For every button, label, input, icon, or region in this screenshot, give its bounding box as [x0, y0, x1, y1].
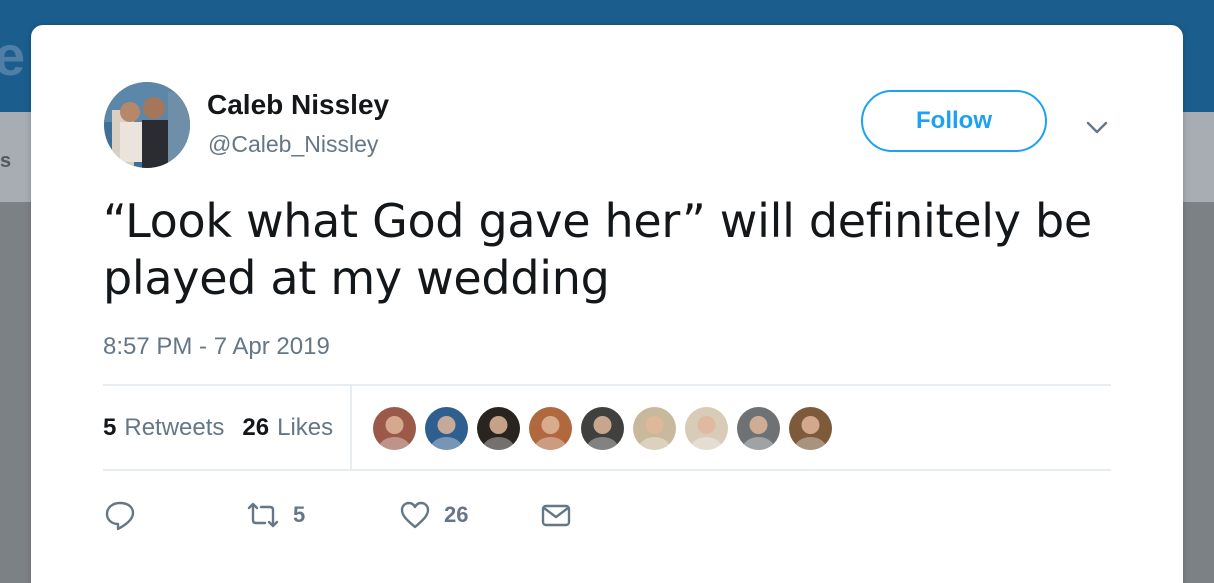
- retweet-icon: [247, 502, 279, 528]
- liker-9-avatar[interactable]: [789, 406, 832, 450]
- retweets-stat[interactable]: 5 Retweets: [103, 414, 224, 442]
- like-button[interactable]: 26: [398, 495, 468, 535]
- tweet-text: “Look what God gave her” will definitely…: [103, 194, 1092, 305]
- liker-5-avatar[interactable]: [581, 406, 624, 450]
- chevron-down-icon[interactable]: [1083, 113, 1111, 141]
- heart-icon: [400, 501, 430, 529]
- direct-message-button[interactable]: [539, 495, 573, 535]
- retweets-label: Retweets: [124, 414, 225, 441]
- likes-stat[interactable]: 26 Likes: [242, 414, 333, 442]
- author-handle[interactable]: @Caleb_Nissley: [208, 131, 378, 158]
- liker-6-avatar[interactable]: [633, 406, 676, 450]
- tweet-card: Caleb Nissley @Caleb_Nissley Follow “Loo…: [31, 25, 1183, 583]
- retweets-count: 5: [103, 414, 117, 441]
- likers-avatars: [373, 406, 841, 450]
- divider-bottom: [103, 469, 1111, 471]
- liker-8-avatar[interactable]: [737, 406, 780, 450]
- tweet-stats: 5 Retweets 26 Likes: [103, 411, 333, 445]
- liker-4-avatar[interactable]: [529, 406, 572, 450]
- liker-3-avatar[interactable]: [477, 406, 520, 450]
- author-avatar[interactable]: [104, 82, 190, 168]
- likes-label: Likes: [277, 414, 334, 441]
- tweet-timestamp[interactable]: 8:57 PM - 7 Apr 2019: [103, 333, 330, 361]
- reply-button[interactable]: [103, 495, 149, 535]
- stats-separator: [350, 386, 352, 470]
- background-side-text: s: [0, 150, 12, 172]
- like-count: 26: [444, 502, 469, 527]
- liker-2-avatar[interactable]: [425, 406, 468, 450]
- retweet-count: 5: [293, 502, 306, 527]
- follow-button[interactable]: Follow: [861, 90, 1047, 152]
- likes-count: 26: [242, 414, 270, 441]
- reply-icon: [105, 501, 135, 531]
- retweet-button[interactable]: 5: [245, 495, 305, 535]
- author-name[interactable]: Caleb Nissley: [207, 89, 389, 121]
- liker-1-avatar[interactable]: [373, 406, 416, 450]
- envelope-icon: [541, 504, 571, 527]
- divider-top: [103, 384, 1111, 386]
- liker-7-avatar[interactable]: [685, 406, 728, 450]
